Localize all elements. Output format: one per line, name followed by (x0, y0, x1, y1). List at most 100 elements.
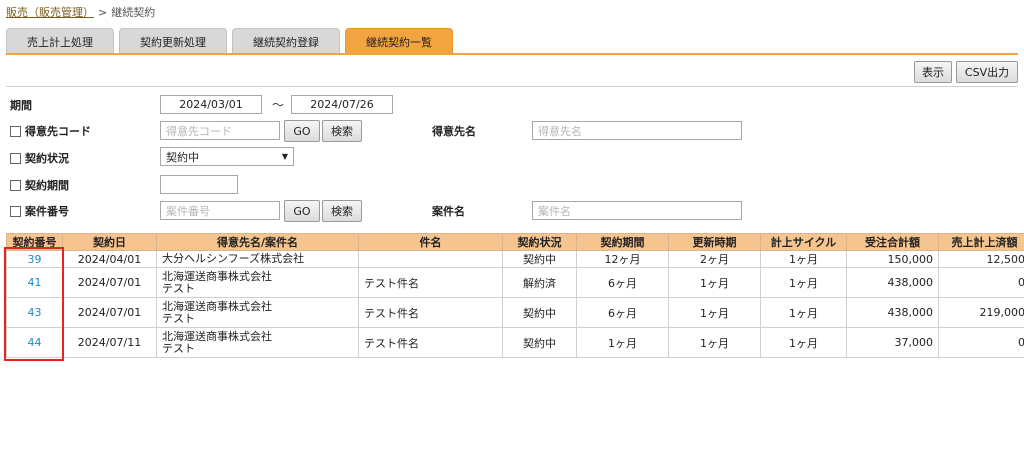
customer-name-label: 得意先名 (432, 125, 476, 138)
display-button[interactable]: 表示 (914, 61, 952, 83)
tab-contract-list[interactable]: 継続契約一覧 (345, 28, 453, 54)
cycle: 1ヶ月 (760, 250, 847, 268)
project-name-label: 案件名 (432, 205, 465, 218)
table-row[interactable]: 41 2024/07/01 北海運送商事株式会社 テスト テスト件名 解約済 6ヶ… (6, 267, 1024, 298)
contract-date: 2024/07/01 (62, 267, 157, 298)
tab-sales-booking[interactable]: 売上計上処理 (6, 28, 114, 54)
breadcrumb-separator: > (98, 6, 108, 19)
order-total: 37,000 (846, 327, 939, 358)
booked-total: 219,000 (938, 297, 1024, 328)
order-total: 438,000 (846, 297, 939, 328)
customer-code-checkbox[interactable] (10, 125, 21, 137)
tab-contract-register[interactable]: 継続契約登録 (232, 28, 340, 54)
divider (6, 86, 1018, 87)
customer-cell: 北海運送商事株式会社 テスト (156, 327, 359, 358)
col-header-subject[interactable]: 件名 (358, 233, 503, 251)
booked-total: 0 (938, 327, 1024, 358)
period-to-input[interactable]: 2024/07/26 (291, 95, 393, 114)
customer-code-label: 得意先コード (25, 125, 91, 138)
customer-code-placeholder: 得意先コード (166, 124, 232, 138)
project-name-placeholder: 案件名 (538, 204, 571, 218)
project-name: テスト (162, 341, 195, 355)
customer-name: 北海運送商事株式会社 (162, 329, 272, 343)
col-header-contract-no[interactable]: 契約番号 (6, 233, 63, 251)
contract-no-link[interactable]: 39 (6, 250, 63, 268)
renewal: 1ヶ月 (668, 297, 761, 328)
project-no-search-button[interactable]: 検索 (322, 200, 362, 222)
status-select-value: 契約中 (166, 150, 199, 164)
contract-period-label: 契約期間 (25, 179, 69, 192)
status-row: 契約状況 (10, 150, 69, 166)
project-name-input[interactable]: 案件名 (532, 201, 742, 220)
table-row[interactable]: 43 2024/07/01 北海運送商事株式会社 テスト テスト件名 契約中 6ヶ… (6, 297, 1024, 328)
contract-period-checkbox[interactable] (10, 179, 21, 191)
tab-contract-renewal[interactable]: 契約更新処理 (119, 28, 227, 54)
chevron-down-icon: ▼ (281, 152, 288, 161)
status: 契約中 (502, 250, 577, 268)
customer-code-row: 得意先コード (10, 123, 91, 139)
customer-code-search-button[interactable]: 検索 (322, 120, 362, 142)
customer-name-input[interactable]: 得意先名 (532, 121, 742, 140)
subject: テスト件名 (358, 297, 503, 328)
customer-name-placeholder: 得意先名 (538, 124, 582, 138)
col-header-period[interactable]: 契約期間 (576, 233, 669, 251)
contract-period-input[interactable] (160, 175, 238, 194)
project-no-placeholder: 案件番号 (166, 204, 210, 218)
period: 6ヶ月 (576, 267, 669, 298)
project-no-checkbox[interactable] (10, 205, 21, 217)
renewal: 2ヶ月 (668, 250, 761, 268)
customer-cell: 北海運送商事株式会社 テスト (156, 267, 359, 298)
contract-table: 契約番号 契約日 得意先名/案件名 件名 契約状況 契約期間 更新時期 計上サイ… (6, 233, 1024, 358)
contract-period-row: 契約期間 (10, 177, 69, 193)
cycle: 1ヶ月 (760, 267, 847, 298)
project-name: テスト (162, 311, 195, 325)
subject: テスト件名 (358, 267, 503, 298)
breadcrumb: 販売（販売管理） > 継続契約 (6, 4, 155, 20)
status-select[interactable]: 契約中 ▼ (160, 147, 294, 166)
status: 解約済 (502, 267, 577, 298)
cycle: 1ヶ月 (760, 297, 847, 328)
toolbar: 表示 CSV出力 (914, 61, 1018, 83)
period-from-input[interactable]: 2024/03/01 (160, 95, 262, 114)
col-header-customer[interactable]: 得意先名/案件名 (156, 233, 359, 251)
col-header-status[interactable]: 契約状況 (502, 233, 577, 251)
project-no-go-button[interactable]: GO (284, 200, 320, 222)
tab-bar: 売上計上処理 契約更新処理 継続契約登録 継続契約一覧 (6, 28, 453, 54)
table-row[interactable]: 39 2024/04/01 大分ヘルシンフーズ株式会社 契約中 12ヶ月 2ヶ月… (6, 250, 1024, 268)
breadcrumb-parent-link[interactable]: 販売（販売管理） (6, 6, 94, 19)
col-header-renewal[interactable]: 更新時期 (668, 233, 761, 251)
status-checkbox[interactable] (10, 152, 21, 164)
booked-total: 12,500 (938, 250, 1024, 268)
customer-code-input[interactable]: 得意先コード (160, 121, 280, 140)
booked-total: 0 (938, 267, 1024, 298)
subject (358, 250, 503, 268)
contract-no-link[interactable]: 43 (6, 297, 63, 328)
customer-cell: 北海運送商事株式会社 テスト (156, 297, 359, 328)
period: 1ヶ月 (576, 327, 669, 358)
period-label: 期間 (10, 99, 32, 112)
status-label: 契約状況 (25, 152, 69, 165)
renewal: 1ヶ月 (668, 327, 761, 358)
order-total: 150,000 (846, 250, 939, 268)
contract-no-link[interactable]: 41 (6, 267, 63, 298)
cycle: 1ヶ月 (760, 327, 847, 358)
col-header-contract-date[interactable]: 契約日 (62, 233, 157, 251)
project-no-input[interactable]: 案件番号 (160, 201, 280, 220)
status: 契約中 (502, 297, 577, 328)
col-header-cycle[interactable]: 計上サイクル (760, 233, 847, 251)
customer-cell: 大分ヘルシンフーズ株式会社 (156, 250, 359, 268)
csv-export-button[interactable]: CSV出力 (956, 61, 1018, 83)
period: 6ヶ月 (576, 297, 669, 328)
col-header-order-total[interactable]: 受注合計額 (846, 233, 939, 251)
customer-code-go-button[interactable]: GO (284, 120, 320, 142)
breadcrumb-current: 継続契約 (111, 6, 156, 19)
period: 12ヶ月 (576, 250, 669, 268)
status: 契約中 (502, 327, 577, 358)
customer-name: 北海運送商事株式会社 (162, 299, 272, 313)
renewal: 1ヶ月 (668, 267, 761, 298)
period-tilde: ～ (272, 98, 285, 112)
col-header-booked-total[interactable]: 売上計上済額 (938, 233, 1024, 251)
table-row[interactable]: 44 2024/07/11 北海運送商事株式会社 テスト テスト件名 契約中 1ヶ… (6, 327, 1024, 358)
order-total: 438,000 (846, 267, 939, 298)
contract-no-link[interactable]: 44 (6, 327, 63, 358)
